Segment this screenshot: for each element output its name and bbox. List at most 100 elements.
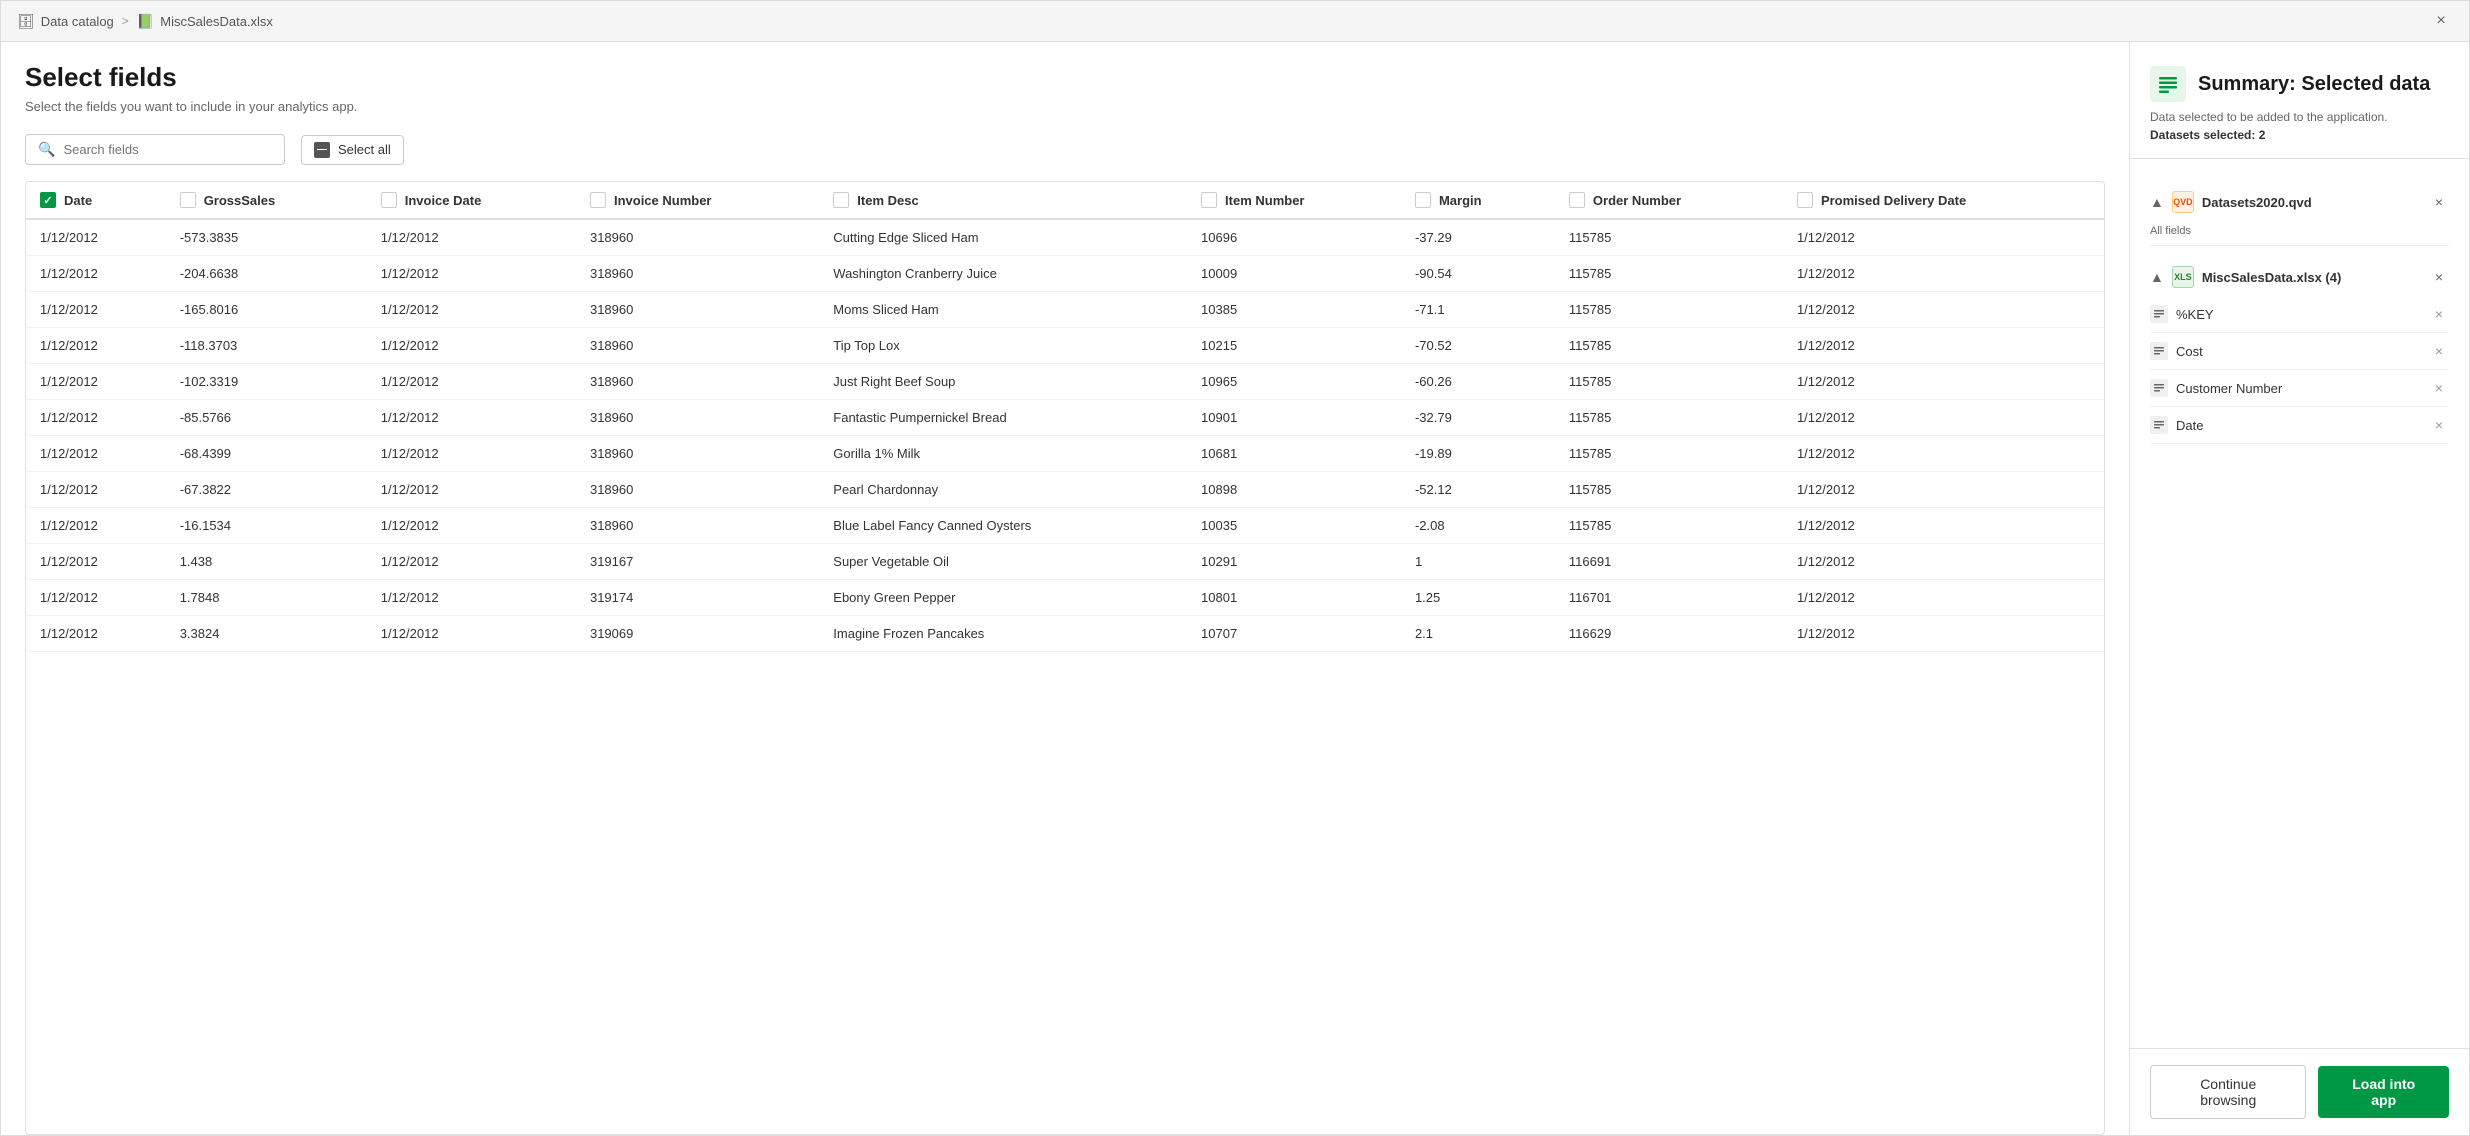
cell-itemdesc: Super Vegetable Oil <box>819 544 1187 580</box>
field-name: Date <box>2176 418 2203 433</box>
title-bar: 🗄 Data catalog > 📗 MiscSalesData.xlsx × <box>1 1 2469 42</box>
cell-invoicenumber: 318960 <box>576 508 819 544</box>
summary-subtitle: Data selected to be added to the applica… <box>2150 110 2449 124</box>
cell-invoicenumber: 318960 <box>576 219 819 256</box>
cell-promiseddeliverydate: 1/12/2012 <box>1783 580 2104 616</box>
load-into-app-button[interactable]: Load into app <box>2318 1066 2449 1118</box>
field-item: Cost × <box>2150 333 2449 370</box>
cell-invoicedate: 1/12/2012 <box>367 544 576 580</box>
cell-date: 1/12/2012 <box>26 436 166 472</box>
cell-invoicenumber: 318960 <box>576 292 819 328</box>
datasets2020-remove-button[interactable]: × <box>2429 192 2449 212</box>
cell-ordernumber: 115785 <box>1555 328 1783 364</box>
cell-promiseddeliverydate: 1/12/2012 <box>1783 364 2104 400</box>
search-box[interactable]: 🔍 <box>25 134 285 165</box>
col-checkbox-itemnumber[interactable] <box>1201 192 1217 208</box>
summary-body: ▲ QVD Datasets2020.qvd × All fields ▲ XL… <box>2130 159 2469 1048</box>
cell-itemdesc: Fantastic Pumpernickel Bread <box>819 400 1187 436</box>
cell-itemdesc: Blue Label Fancy Canned Oysters <box>819 508 1187 544</box>
page-title: Select fields <box>25 62 2105 93</box>
cell-date: 1/12/2012 <box>26 256 166 292</box>
search-input[interactable] <box>63 142 272 157</box>
cell-grosssales: -67.3822 <box>166 472 367 508</box>
col-checkbox-promiseddelivery[interactable] <box>1797 192 1813 208</box>
cell-itemdesc: Washington Cranberry Juice <box>819 256 1187 292</box>
col-header-date: Date <box>26 182 166 219</box>
cell-margin: -60.26 <box>1401 364 1555 400</box>
field-item-left: %KEY <box>2150 305 2214 323</box>
table-row: 1/12/20121.78481/12/2012319174Ebony Gree… <box>26 580 2104 616</box>
cell-ordernumber: 115785 <box>1555 400 1783 436</box>
cell-itemdesc: Pearl Chardonnay <box>819 472 1187 508</box>
cell-margin: -37.29 <box>1401 219 1555 256</box>
cell-date: 1/12/2012 <box>26 472 166 508</box>
col-header-grosssales: GrossSales <box>166 182 367 219</box>
cell-promiseddeliverydate: 1/12/2012 <box>1783 472 2104 508</box>
cell-invoicenumber: 318960 <box>576 472 819 508</box>
datasets2020-collapse-button[interactable]: ▲ <box>2150 194 2164 210</box>
field-name: %KEY <box>2176 307 2214 322</box>
field-item-left: Date <box>2150 416 2203 434</box>
cell-ordernumber: 115785 <box>1555 256 1783 292</box>
summary-title: Summary: Selected data <box>2198 73 2430 96</box>
table-row: 1/12/20121.4381/12/2012319167Super Veget… <box>26 544 2104 580</box>
cell-itemnumber: 10215 <box>1187 328 1401 364</box>
datasets2020-section: ▲ QVD Datasets2020.qvd × All fields <box>2150 183 2449 246</box>
col-checkbox-date[interactable] <box>40 192 56 208</box>
cell-grosssales: -573.3835 <box>166 219 367 256</box>
cell-itemdesc: Moms Sliced Ham <box>819 292 1187 328</box>
cell-date: 1/12/2012 <box>26 292 166 328</box>
breadcrumb-file[interactable]: 📗 MiscSalesData.xlsx <box>137 13 273 30</box>
cell-invoicedate: 1/12/2012 <box>367 436 576 472</box>
continue-browsing-button[interactable]: Continue browsing <box>2150 1065 2306 1119</box>
col-header-ordernumber: Order Number <box>1555 182 1783 219</box>
select-all-button[interactable]: Select all <box>301 135 404 165</box>
cell-invoicenumber: 318960 <box>576 436 819 472</box>
breadcrumb-data-catalog[interactable]: 🗄 Data catalog <box>17 13 114 30</box>
miscsales-collapse-button[interactable]: ▲ <box>2150 269 2164 285</box>
miscsales-fields-list: %KEY × Cost × Customer Number × <box>2150 296 2449 444</box>
table-row: 1/12/2012-118.37031/12/2012318960Tip Top… <box>26 328 2104 364</box>
col-checkbox-itemdesc[interactable] <box>833 192 849 208</box>
cell-itemnumber: 10009 <box>1187 256 1401 292</box>
cell-margin: 1.25 <box>1401 580 1555 616</box>
miscsales-remove-button[interactable]: × <box>2429 267 2449 287</box>
cell-margin: 2.1 <box>1401 616 1555 652</box>
cell-grosssales: -204.6638 <box>166 256 367 292</box>
summary-title-row: Summary: Selected data <box>2150 66 2449 102</box>
col-checkbox-ordernumber[interactable] <box>1569 192 1585 208</box>
table-row: 1/12/2012-165.80161/12/2012318960Moms Sl… <box>26 292 2104 328</box>
cell-invoicenumber: 319174 <box>576 580 819 616</box>
col-checkbox-grosssales[interactable] <box>180 192 196 208</box>
cell-grosssales: 3.3824 <box>166 616 367 652</box>
summary-datasets-count: Datasets selected: 2 <box>2150 128 2449 142</box>
field-remove-button[interactable]: × <box>2429 415 2449 435</box>
cell-promiseddeliverydate: 1/12/2012 <box>1783 328 2104 364</box>
cell-ordernumber: 115785 <box>1555 436 1783 472</box>
cell-date: 1/12/2012 <box>26 580 166 616</box>
field-remove-button[interactable]: × <box>2429 341 2449 361</box>
col-header-promiseddelivery: Promised Delivery Date <box>1783 182 2104 219</box>
datasets2020-fields-label: All fields <box>2150 221 2449 246</box>
field-type-icon <box>2150 342 2168 360</box>
col-header-invoicedate: Invoice Date <box>367 182 576 219</box>
cell-promiseddeliverydate: 1/12/2012 <box>1783 400 2104 436</box>
database-icon: 🗄 <box>17 13 35 30</box>
data-table-container[interactable]: Date GrossSales <box>25 181 2105 1135</box>
col-checkbox-invoicenumber[interactable] <box>590 192 606 208</box>
field-remove-button[interactable]: × <box>2429 304 2449 324</box>
cell-ordernumber: 116701 <box>1555 580 1783 616</box>
cell-promiseddeliverydate: 1/12/2012 <box>1783 292 2104 328</box>
field-remove-button[interactable]: × <box>2429 378 2449 398</box>
cell-promiseddeliverydate: 1/12/2012 <box>1783 219 2104 256</box>
field-item: Customer Number × <box>2150 370 2449 407</box>
cell-ordernumber: 116691 <box>1555 544 1783 580</box>
datasets2020-header-left: ▲ QVD Datasets2020.qvd <box>2150 191 2312 213</box>
cell-invoicenumber: 319069 <box>576 616 819 652</box>
select-all-label: Select all <box>338 142 391 157</box>
col-checkbox-invoicedate[interactable] <box>381 192 397 208</box>
left-panel: Select fields Select the fields you want… <box>1 42 2129 1135</box>
col-checkbox-margin[interactable] <box>1415 192 1431 208</box>
xlsx-file-icon: XLS <box>2172 266 2194 288</box>
close-button[interactable]: × <box>2429 9 2453 33</box>
